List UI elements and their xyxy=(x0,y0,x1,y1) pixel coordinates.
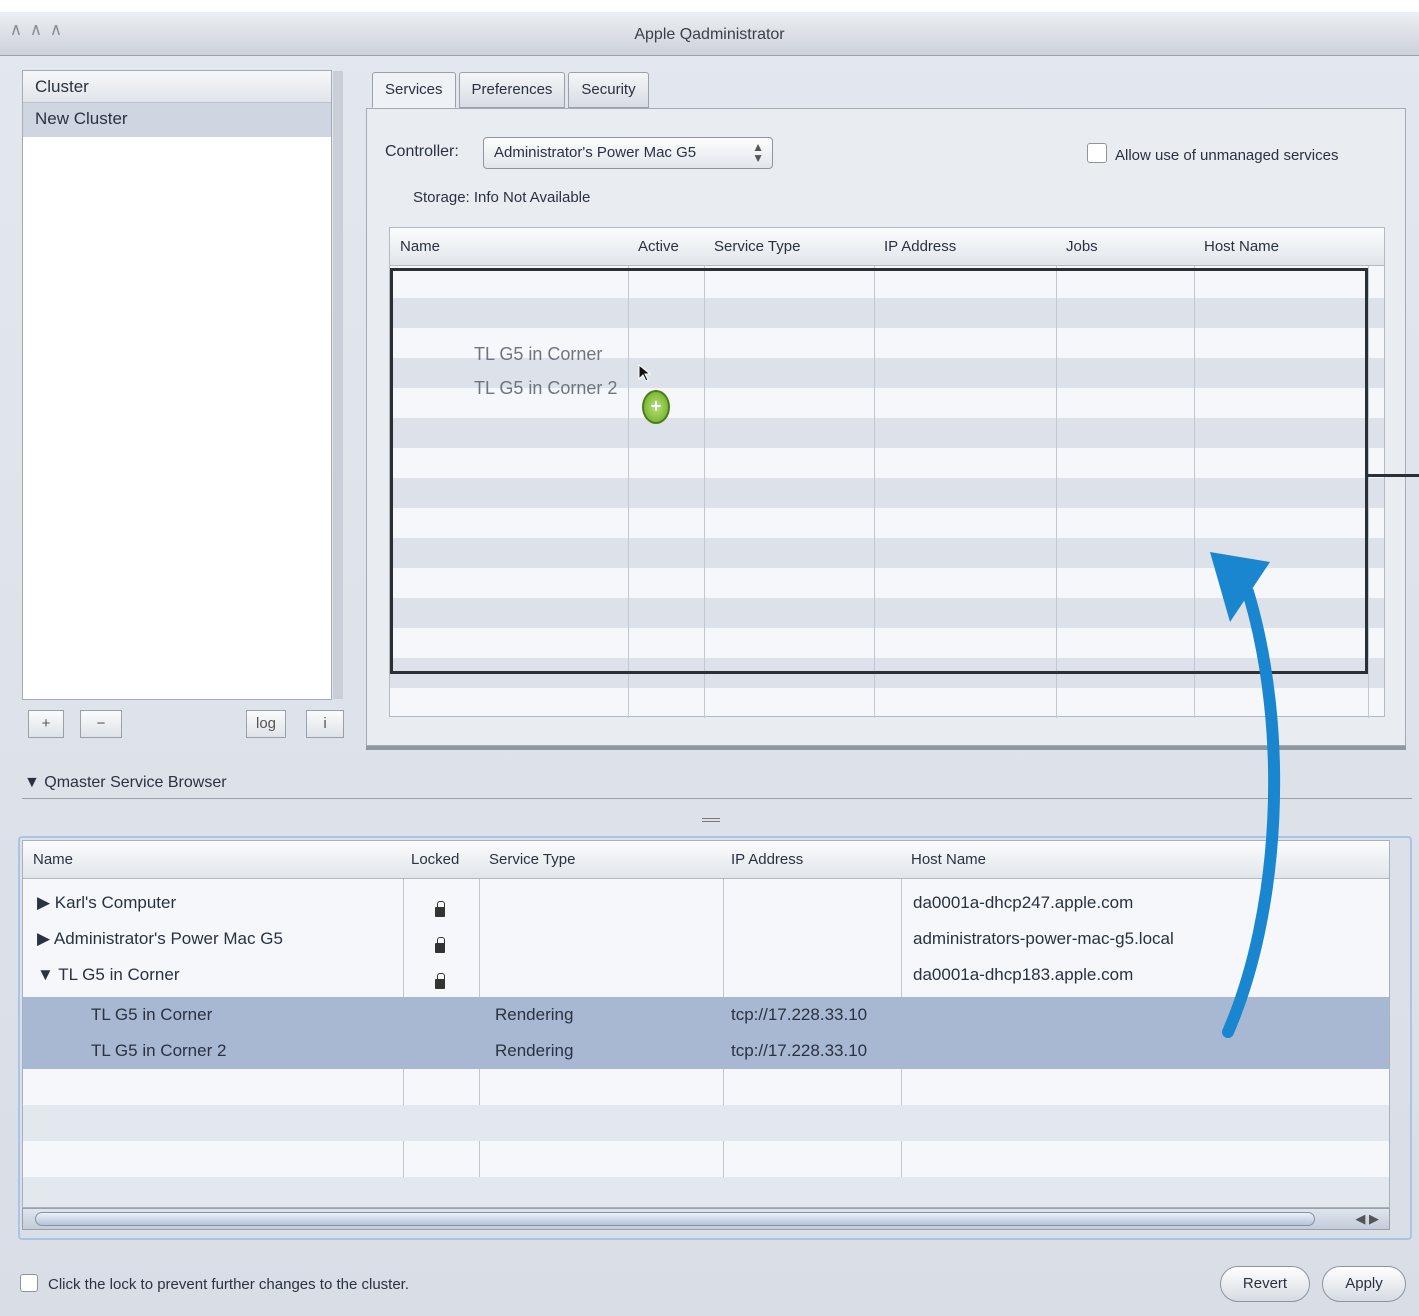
scroll-arrows-icon[interactable]: ◀ ▶ xyxy=(1355,1211,1379,1227)
row-name: ▶ Karl's Computer xyxy=(37,893,177,912)
controller-value: Administrator's Power Mac G5 xyxy=(494,144,697,161)
tab-services[interactable]: Services xyxy=(372,72,456,108)
row-host: da0001a-dhcp247.apple.com xyxy=(913,893,1134,912)
column-header-locked[interactable]: Locked xyxy=(411,851,459,868)
scrollbar-thumb[interactable] xyxy=(35,1212,1315,1226)
copy-plus-icon: + xyxy=(642,390,670,424)
window-title: Apple Qadministrator xyxy=(634,26,785,43)
row-name: ▶ Administrator's Power Mac G5 xyxy=(37,929,283,948)
column-header-jobs[interactable]: Jobs xyxy=(1066,238,1098,255)
split-grip-icon[interactable] xyxy=(702,818,720,822)
chevron-updown-icon: ▲ ▼ xyxy=(752,140,764,165)
service-browser-header: Name Locked Service Type IP Address Host… xyxy=(23,841,1389,879)
title-bar: ∧ ∧ ∧ Apple Qadministrator xyxy=(0,12,1419,56)
add-cluster-button[interactable]: + xyxy=(28,710,64,738)
cluster-list-scrollbar[interactable] xyxy=(333,71,343,699)
dragged-item: TL G5 in Corner 2 xyxy=(474,378,618,398)
drop-target-connector xyxy=(1368,474,1419,477)
apply-button[interactable]: Apply xyxy=(1322,1266,1406,1302)
row-name: TL G5 in Corner xyxy=(91,1005,213,1024)
controller-label: Controller: xyxy=(385,143,459,160)
row-name: TL G5 in Corner 2 xyxy=(91,1041,227,1060)
remove-cluster-button[interactable]: − xyxy=(80,710,122,738)
mouse-pointer-icon xyxy=(638,364,652,382)
browser-row-tl-g5-2[interactable]: TL G5 in Corner 2 Rendering tcp://17.228… xyxy=(23,1033,1389,1069)
app-window: ∧ ∧ ∧ Apple Qadministrator Cluster New C… xyxy=(0,12,1419,1316)
revert-button[interactable]: Revert xyxy=(1220,1266,1310,1302)
column-header-name[interactable]: Name xyxy=(400,238,440,255)
row-service-type: Rendering xyxy=(495,1005,574,1024)
row-host: administrators-power-mac-g5.local xyxy=(913,929,1174,948)
browser-row-tl-g5-group[interactable]: ▼ TL G5 in Corner da0001a-dhcp183.apple.… xyxy=(23,957,1389,993)
row-ip: tcp://17.228.33.10 xyxy=(731,1005,868,1024)
row-host: da0001a-dhcp183.apple.com xyxy=(913,965,1134,984)
lock-icon[interactable] xyxy=(435,973,445,989)
service-browser-disclosure[interactable]: ▼ Qmaster Service Browser xyxy=(24,774,227,792)
column-header-host-name[interactable]: Host Name xyxy=(1204,238,1279,255)
tab-bar: Services Preferences Security xyxy=(372,72,649,108)
column-header-ip-address[interactable]: IP Address xyxy=(884,238,956,255)
annotation-arrow-icon xyxy=(1210,552,1281,1038)
lock-icon[interactable] xyxy=(20,1274,38,1292)
column-header-service-type[interactable]: Service Type xyxy=(714,238,800,255)
tab-security[interactable]: Security xyxy=(568,72,649,108)
column-header-active[interactable]: Active xyxy=(638,238,679,255)
column-header-ip-address[interactable]: IP Address xyxy=(731,851,803,868)
cluster-list: Cluster New Cluster xyxy=(22,70,343,700)
info-button[interactable]: i xyxy=(306,710,344,738)
dragged-item: TL G5 in Corner xyxy=(474,344,603,364)
tab-preferences[interactable]: Preferences xyxy=(458,72,566,108)
log-button[interactable]: log xyxy=(246,710,286,738)
row-service-type: Rendering xyxy=(495,1041,574,1060)
allow-unmanaged-label: Allow use of unmanaged services xyxy=(1115,147,1339,164)
column-header-host-name[interactable]: Host Name xyxy=(911,851,986,868)
cluster-item-new-cluster[interactable]: New Cluster xyxy=(23,103,331,137)
services-table-header: Name Active Service Type IP Address Jobs… xyxy=(390,228,1384,266)
storage-info: Storage: Info Not Available xyxy=(413,189,591,206)
horizontal-scrollbar[interactable]: ◀ ▶ xyxy=(22,1208,1390,1230)
lock-icon[interactable] xyxy=(435,901,445,917)
browser-row-karls-computer[interactable]: ▶ Karl's Computer da0001a-dhcp247.apple.… xyxy=(23,885,1389,921)
row-ip: tcp://17.228.33.10 xyxy=(731,1041,868,1060)
controller-select[interactable]: Administrator's Power Mac G5 ▲ ▼ xyxy=(483,137,773,169)
column-header-service-type[interactable]: Service Type xyxy=(489,851,575,868)
browser-row-tl-g5[interactable]: TL G5 in Corner Rendering tcp://17.228.3… xyxy=(23,997,1389,1033)
lock-hint-text: Click the lock to prevent further change… xyxy=(48,1276,410,1293)
cluster-list-header[interactable]: Cluster xyxy=(23,71,331,103)
allow-unmanaged-checkbox[interactable] xyxy=(1087,143,1107,163)
service-browser-table[interactable]: Name Locked Service Type IP Address Host… xyxy=(22,840,1390,1208)
row-name: ▼ TL G5 in Corner xyxy=(37,965,180,984)
column-header-name[interactable]: Name xyxy=(33,851,73,868)
lock-icon[interactable] xyxy=(435,937,445,953)
browser-row-admin-power-mac[interactable]: ▶ Administrator's Power Mac G5 administr… xyxy=(23,921,1389,957)
